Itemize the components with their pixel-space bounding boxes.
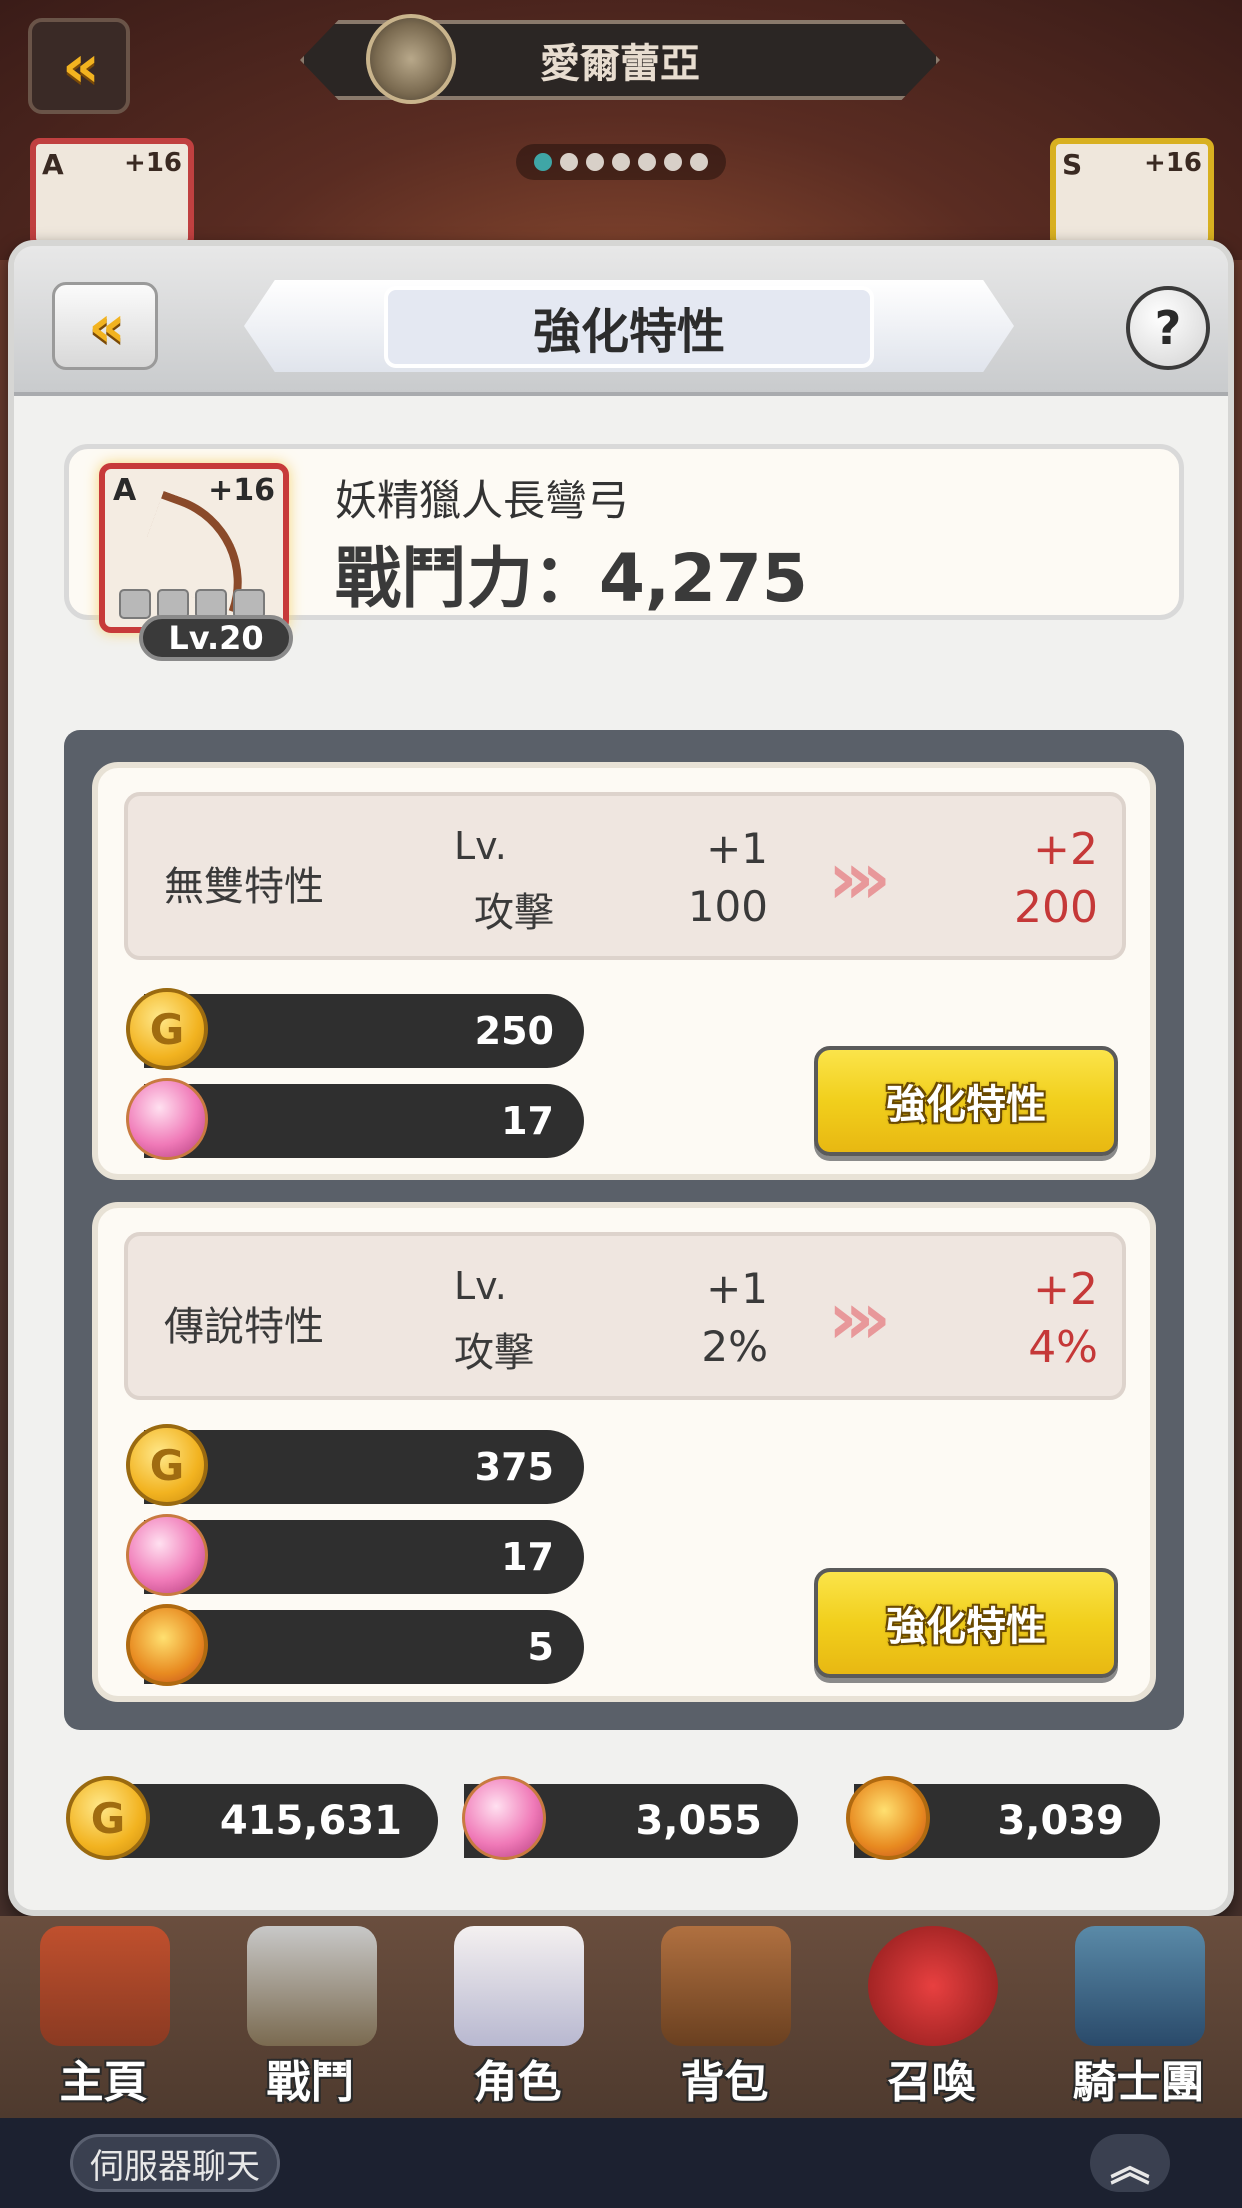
combat-power: 戰鬥力：4,275 [335, 540, 808, 617]
nav-battle[interactable]: 戰鬥 [207, 1916, 414, 2118]
stat-label: 攻擊 [474, 890, 554, 936]
castle-icon [1075, 1926, 1205, 2046]
medal-icon [126, 1604, 208, 1686]
card-plus: +16 [1144, 148, 1202, 178]
chat-bar: 伺服器聊天 ︽ [0, 2118, 1242, 2208]
panel-title: 強化特性 [384, 286, 874, 368]
backpack-icon [661, 1926, 791, 2046]
bow-item-icon[interactable]: A +16 [99, 463, 289, 633]
nav-label: 角色 [473, 2057, 562, 2108]
page-dot [534, 153, 552, 171]
current-level: +1 [706, 1264, 768, 1313]
level-label: Lv. [454, 824, 507, 868]
gold-coin-icon: G [66, 1776, 150, 1860]
crystal-orb-icon [126, 1078, 208, 1160]
nav-home[interactable]: 主頁 [0, 1916, 207, 2118]
chevron-up-icon[interactable]: ︽ [1090, 2134, 1170, 2192]
background-back-button[interactable]: « [28, 18, 130, 114]
nav-label: 騎士團 [1072, 2057, 1205, 2108]
cost-gold: 250 [144, 994, 584, 1068]
background-equipment-card-right[interactable]: S +16 [1050, 138, 1214, 248]
swords-icon [247, 1926, 377, 2046]
trait-stat-row: 無雙特性 Lv. 攻擊 +1 100 »» +2 200 [124, 792, 1126, 960]
next-value: 200 [1014, 882, 1098, 933]
nav-label: 主頁 [59, 2057, 148, 2108]
trait-name: 傳說特性 [164, 1304, 324, 1350]
next-value: 4% [1028, 1322, 1098, 1373]
stat-label: 攻擊 [454, 1330, 534, 1376]
nav-label: 戰鬥 [266, 2057, 355, 2108]
character-title: 愛爾蕾亞 [540, 41, 700, 87]
nav-character[interactable]: 角色 [414, 1916, 621, 2118]
current-value: 2% [701, 1322, 768, 1371]
lock-icon [119, 589, 151, 619]
character-icon [454, 1926, 584, 2046]
nav-label: 背包 [680, 2057, 769, 2108]
enhance-trait-button[interactable]: 強化特性 [814, 1568, 1118, 1678]
triple-chevron-right-icon: »» [828, 836, 891, 920]
item-name: 妖精獵人長彎弓 [335, 476, 630, 525]
enhance-trait-panel: « 強化特性 ? A +16 Lv.20 妖精獵人長彎弓 戰鬥力：4,275 無… [8, 240, 1234, 1916]
double-chevron-left-icon: « [62, 32, 100, 100]
summon-orb-icon [868, 1926, 998, 2046]
triple-chevron-right-icon: »» [828, 1276, 891, 1360]
trait-stat-row: 傳說特性 Lv. 攻擊 +1 2% »» +2 4% [124, 1232, 1126, 1400]
trait-card-musou: 無雙特性 Lv. 攻擊 +1 100 »» +2 200 250 G 17 強化… [92, 762, 1156, 1180]
panel-back-button[interactable]: « [52, 282, 158, 370]
page-dot [638, 153, 656, 171]
trait-name: 無雙特性 [164, 864, 324, 910]
house-icon [40, 1926, 170, 2046]
double-chevron-left-icon: « [88, 292, 126, 360]
traits-container: 無雙特性 Lv. 攻擊 +1 100 »» +2 200 250 G 17 強化… [64, 730, 1184, 1730]
nav-label: 召喚 [887, 2057, 976, 2108]
item-grade: A [113, 473, 137, 508]
card-plus: +16 [124, 148, 182, 178]
next-level: +2 [1033, 1264, 1098, 1315]
bottom-navigation: 主頁 戰鬥 角色 背包 召喚 騎士團 [0, 1916, 1242, 2118]
current-value: 100 [687, 882, 768, 931]
cost-orb: 17 [144, 1520, 584, 1594]
page-dot [664, 153, 682, 171]
help-button[interactable]: ? [1126, 286, 1210, 370]
cost-gold: 375 [144, 1430, 584, 1504]
card-grade: S [1062, 148, 1083, 181]
background-equipment-card-left[interactable]: A +16 [30, 138, 194, 248]
medal-icon [846, 1776, 930, 1860]
total-gold: 415,631 [102, 1784, 438, 1858]
next-level: +2 [1033, 824, 1098, 875]
item-level-badge: Lv.20 [139, 615, 293, 661]
item-summary-card: A +16 Lv.20 妖精獵人長彎弓 戰鬥力：4,275 [64, 444, 1184, 661]
cost-medal: 5 [144, 1610, 584, 1684]
current-level: +1 [706, 824, 768, 873]
nav-knights[interactable]: 騎士團 [1035, 1916, 1242, 2118]
crystal-orb-icon [126, 1514, 208, 1596]
page-dot [560, 153, 578, 171]
gold-coin-icon: G [126, 1424, 208, 1506]
page-dot [612, 153, 630, 171]
card-grade: A [42, 148, 64, 181]
server-chat-button[interactable]: 伺服器聊天 [70, 2134, 280, 2192]
gold-coin-icon: G [126, 988, 208, 1070]
page-dot [586, 153, 604, 171]
page-indicator [516, 144, 726, 180]
nav-summon[interactable]: 召喚 [828, 1916, 1035, 2118]
crystal-orb-icon [462, 1776, 546, 1860]
level-label: Lv. [454, 1264, 507, 1308]
cost-orb: 17 [144, 1084, 584, 1158]
page-dot [690, 153, 708, 171]
nav-backpack[interactable]: 背包 [621, 1916, 828, 2118]
emblem-icon [366, 14, 456, 104]
trait-card-legend: 傳說特性 Lv. 攻擊 +1 2% »» +2 4% 375 G 17 5 強化… [92, 1202, 1156, 1702]
item-plus: +16 [208, 473, 275, 508]
enhance-trait-button[interactable]: 強化特性 [814, 1046, 1118, 1156]
